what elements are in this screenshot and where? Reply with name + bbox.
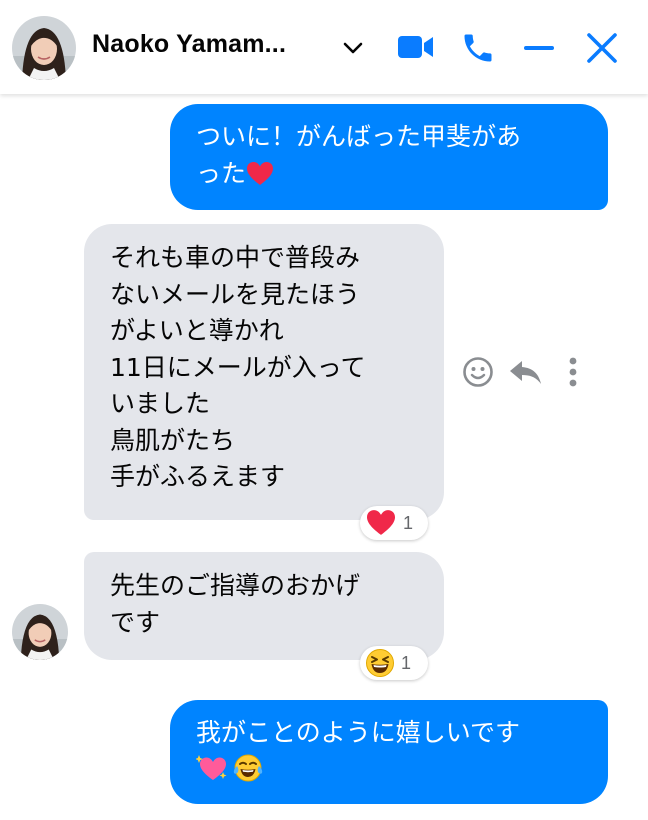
chat-header: Naoko Yamam... [0,0,648,94]
tears-of-joy-emoji [233,754,263,781]
contact-avatar[interactable] [12,16,76,80]
message-reaction[interactable]: 1 [360,646,428,680]
laughing-face-emoji [366,649,394,677]
outgoing-message-bubble[interactable]: 我がことのように嬉しいです [170,700,608,804]
message-text: 我がことのように嬉しいです [196,718,521,747]
outgoing-message-bubble[interactable]: ついに！がんばった甲斐があ った [170,104,608,210]
reaction-count: 1 [403,512,414,533]
more-options-icon[interactable] [566,356,580,388]
emoji-react-icon[interactable] [462,356,494,388]
reply-icon[interactable] [508,358,544,386]
reaction-count: 1 [401,652,412,673]
phone-icon[interactable] [460,30,496,66]
red-heart-emoji [367,510,395,535]
contact-name[interactable]: Naoko Yamam... [92,30,286,59]
message-reaction[interactable]: 1 [360,506,428,540]
incoming-message-bubble[interactable]: それも車の中で普段み ないメールを見たほう がよいと導かれ 11日にメールが入っ… [84,224,444,520]
message-text: ついに！がんばった甲斐があ った [196,122,522,188]
red-heart-emoji [247,161,274,185]
video-call-icon[interactable] [396,32,436,62]
incoming-message-bubble[interactable]: 先生のご指導のおかげ です [84,552,444,660]
sender-avatar[interactable] [12,604,68,660]
close-icon[interactable] [584,30,620,66]
chat-window: Naoko Yamam... ついに！がんばった甲斐があ った それも車の中で普… [0,0,648,820]
minimize-icon[interactable] [522,44,556,52]
chevron-down-icon[interactable] [342,40,364,56]
sparkling-heart-emoji [196,754,227,780]
